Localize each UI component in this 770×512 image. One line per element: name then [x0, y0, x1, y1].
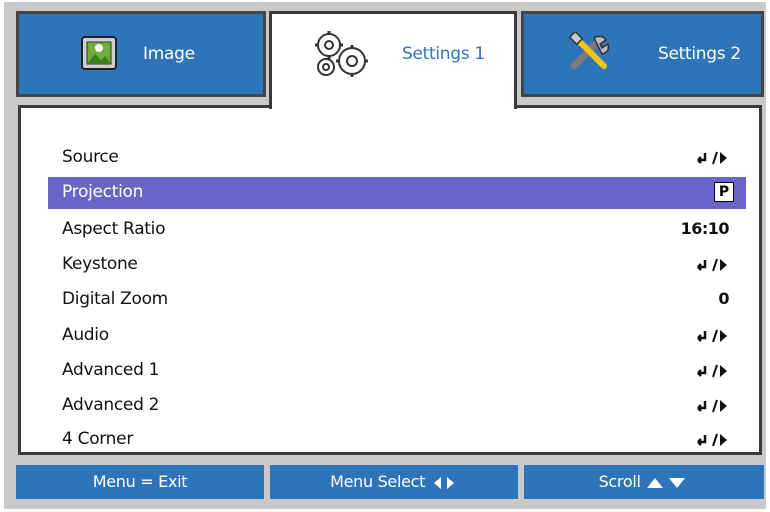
footer-select-hint: Menu Select — [270, 465, 518, 499]
menu-item-label: Source — [62, 147, 119, 167]
menu-item-value: 16:10 — [680, 219, 730, 238]
menu-item-label: Aspect Ratio — [62, 219, 166, 239]
menu-item-label: Audio — [62, 325, 109, 345]
footer-scroll-hint: Scroll — [524, 465, 764, 499]
footer-exit-label: Menu = Exit — [92, 472, 188, 491]
enter-right-icon — [697, 151, 727, 165]
footer-select-label: Menu Select — [330, 472, 426, 491]
menu-item-4-corner[interactable]: 4 Corner — [50, 424, 743, 456]
menu-item-audio[interactable]: Audio — [50, 320, 743, 352]
footer-exit-hint: Menu = Exit — [16, 465, 264, 499]
tab-settings-1[interactable]: Settings 1 — [269, 11, 517, 109]
gears-icon — [315, 31, 368, 77]
menu-item-advanced-2[interactable]: Advanced 2 — [50, 390, 743, 422]
menu-item-label: Projection — [62, 182, 144, 202]
left-right-arrows-icon — [433, 476, 454, 489]
projection-icon: P — [714, 182, 734, 202]
tab-label: Settings 2 — [658, 44, 741, 64]
enter-right-icon — [697, 329, 727, 343]
image-icon — [81, 36, 117, 70]
menu-item-projection[interactable]: Projection P — [48, 177, 746, 209]
enter-right-icon — [697, 399, 727, 413]
menu-item-label: Advanced 1 — [62, 360, 160, 380]
tools-icon — [568, 32, 610, 70]
menu-item-advanced-1[interactable]: Advanced 1 — [50, 355, 743, 387]
footer-scroll-label: Scroll — [598, 472, 641, 491]
menu-item-keystone[interactable]: Keystone — [50, 249, 743, 281]
menu-item-label: Advanced 2 — [62, 395, 160, 415]
menu-item-value: 0 — [718, 289, 729, 308]
enter-right-icon — [697, 433, 727, 447]
up-down-arrows-icon — [647, 477, 686, 488]
tab-image[interactable]: Image — [16, 11, 266, 97]
osd-menu-frame: Image Settings 1 Settings 2 Source Proje… — [4, 2, 766, 509]
menu-item-label: 4 Corner — [62, 429, 134, 449]
menu-item-label: Keystone — [62, 254, 138, 274]
menu-item-aspect-ratio[interactable]: Aspect Ratio 16:10 — [50, 214, 743, 246]
menu-item-label: Digital Zoom — [62, 289, 168, 309]
menu-item-digital-zoom[interactable]: Digital Zoom 0 — [50, 284, 743, 316]
enter-right-icon — [697, 364, 727, 378]
tab-label: Settings 1 — [402, 44, 485, 64]
menu-item-source[interactable]: Source — [50, 142, 743, 174]
enter-right-icon — [697, 258, 727, 272]
tab-label: Image — [143, 44, 195, 64]
tab-settings-2[interactable]: Settings 2 — [521, 11, 764, 97]
